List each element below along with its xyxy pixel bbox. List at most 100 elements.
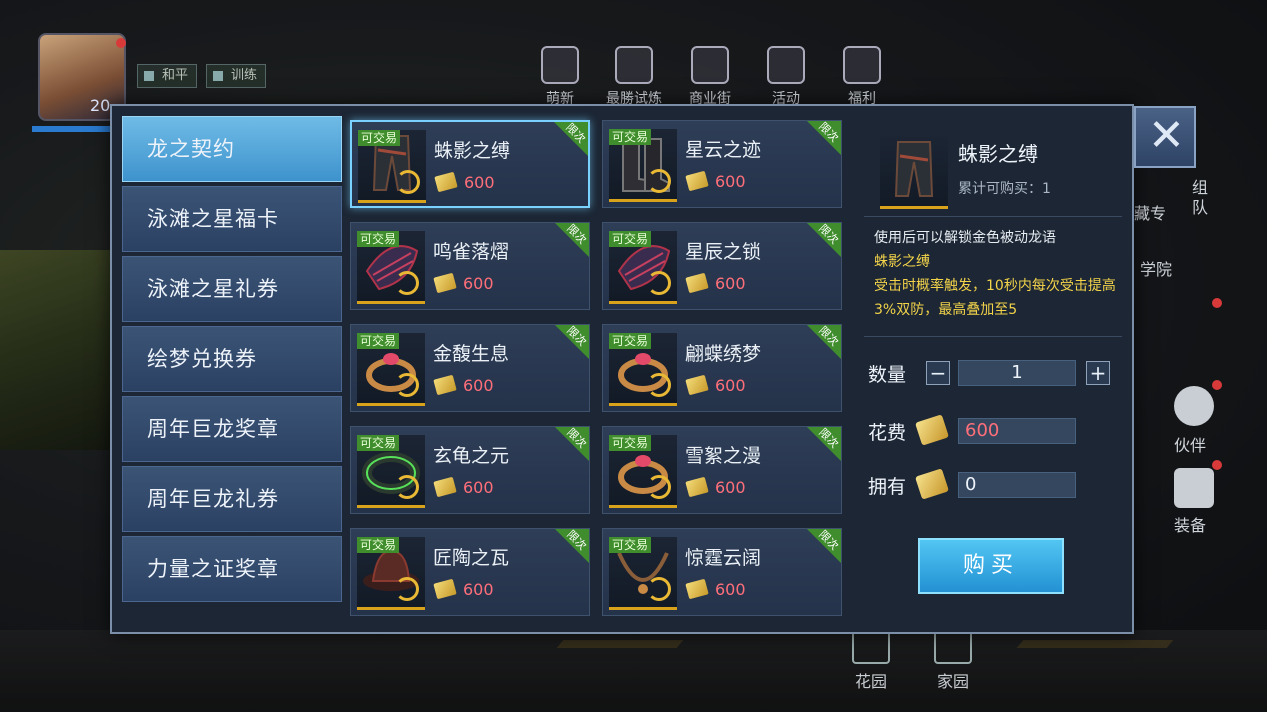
home-button[interactable]: 家园 xyxy=(928,628,978,692)
category-list[interactable]: 龙之契约 泳滩之星福卡 泳滩之星礼券 绘梦兑换券 周年巨龙奖章 周年巨龙礼券 力量之证奖章 xyxy=(122,116,342,622)
item-price: 600 xyxy=(463,274,494,293)
notification-dot xyxy=(1212,460,1222,470)
tradable-badge: 可交易 xyxy=(357,435,400,451)
category-item[interactable]: 周年巨龙礼券 xyxy=(122,466,342,532)
player-level: 20 xyxy=(90,96,111,115)
item-price: 600 xyxy=(463,478,494,497)
notification-dot xyxy=(1212,380,1222,390)
desc-effect: 受击时概率触发，10秒内每次受击提高3%双防，最高叠加至5 xyxy=(874,278,1116,318)
tradable-badge: 可交易 xyxy=(358,130,401,146)
shop-item-card[interactable]: 可交易 限次 翩蝶绣梦 600 xyxy=(602,324,842,412)
peace-mode-chip[interactable]: 和平 xyxy=(137,64,198,88)
notification-dot xyxy=(1212,298,1222,308)
upgrade-icon xyxy=(395,373,419,397)
buy-button[interactable]: 购买 xyxy=(918,538,1064,594)
tradable-badge: 可交易 xyxy=(609,435,652,451)
shop-item-card[interactable]: 可交易 限次 金馥生息 600 xyxy=(350,324,590,412)
item-name: 匠陶之瓦 xyxy=(433,547,510,569)
item-price: 600 xyxy=(464,173,495,192)
garden-button[interactable]: 花园 xyxy=(846,628,896,692)
quantity-input[interactable]: 1 xyxy=(958,360,1076,386)
side-collect[interactable]: 藏专 xyxy=(1134,200,1166,224)
shop-dialog: 龙之契约 泳滩之星福卡 泳滩之星礼券 绘梦兑换券 周年巨龙奖章 周年巨龙礼券 力量之证奖章 … xyxy=(110,104,1134,634)
side-group[interactable]: 组队 xyxy=(1192,178,1210,218)
ticket-icon xyxy=(685,374,709,396)
cost-value: 600 xyxy=(958,418,1076,444)
shop-item-card[interactable]: 可交易 限次 玄龟之元 600 xyxy=(350,426,590,514)
purchase-limit: 累计可购买：1 xyxy=(958,181,1051,197)
category-item[interactable]: 龙之契约 xyxy=(122,116,342,182)
plus-button[interactable]: + xyxy=(1086,361,1110,385)
category-item[interactable]: 周年巨龙奖章 xyxy=(122,396,342,462)
shop-icon xyxy=(691,46,729,84)
category-item[interactable]: 力量之证奖章 xyxy=(122,536,342,602)
tradable-badge: 可交易 xyxy=(357,537,400,553)
upgrade-icon xyxy=(395,577,419,601)
category-item[interactable]: 绘梦兑换券 xyxy=(122,326,342,392)
menu-event[interactable]: 活动 xyxy=(756,46,816,108)
ticket-icon xyxy=(914,414,950,446)
item-name: 星辰之锁 xyxy=(685,241,762,263)
item-description: 使用后可以解锁金色被动龙语 蛛影之缚 受击时概率触发，10秒内每次受击提高3%双… xyxy=(874,226,1118,322)
item-price: 600 xyxy=(463,376,494,395)
shop-item-card[interactable]: 可交易 限次 匠陶之瓦 600 xyxy=(350,528,590,616)
close-button[interactable]: ✕ xyxy=(1134,106,1196,168)
tradable-badge: 可交易 xyxy=(357,231,400,247)
coupon-icon xyxy=(843,46,881,84)
notification-dot xyxy=(116,38,126,48)
upgrade-icon xyxy=(647,373,671,397)
owned-label: 拥有 xyxy=(868,476,907,498)
upgrade-icon xyxy=(647,169,671,193)
partner-icon[interactable] xyxy=(1174,386,1214,426)
minus-button[interactable]: − xyxy=(926,361,950,385)
quantity-label: 数量 xyxy=(868,364,907,386)
side-academy[interactable]: 学院 xyxy=(1140,256,1172,280)
shop-item-card[interactable]: 可交易 限次 鸣雀落熠 600 xyxy=(350,222,590,310)
item-name: 星云之迹 xyxy=(685,139,762,161)
item-price: 600 xyxy=(715,580,746,599)
owned-value: 0 xyxy=(958,472,1076,498)
exp-bar xyxy=(32,126,112,132)
menu-market[interactable]: 商业街 xyxy=(680,46,740,108)
item-price: 600 xyxy=(715,172,746,191)
detail-title: 蛛影之缚 xyxy=(958,142,1038,166)
ticket-icon xyxy=(433,476,457,498)
ticket-icon xyxy=(685,476,709,498)
tradable-badge: 可交易 xyxy=(609,537,652,553)
cost-label: 花费 xyxy=(868,422,907,444)
item-name: 蛛影之缚 xyxy=(434,140,511,162)
tradable-badge: 可交易 xyxy=(609,231,652,247)
menu-trial[interactable]: 最勝试炼 xyxy=(604,46,664,108)
item-name: 玄龟之元 xyxy=(433,445,510,467)
ticket-icon xyxy=(433,374,457,396)
shop-item-card[interactable]: 可交易 限次 星辰之锁 600 xyxy=(602,222,842,310)
side-partner[interactable]: 伙伴 xyxy=(1174,432,1206,456)
item-price: 600 xyxy=(715,274,746,293)
item-name: 金馥生息 xyxy=(433,343,510,365)
ticket-icon xyxy=(434,171,458,193)
tradable-badge: 可交易 xyxy=(357,333,400,349)
tradable-badge: 可交易 xyxy=(609,333,652,349)
upgrade-icon xyxy=(395,475,419,499)
upgrade-icon xyxy=(647,271,671,295)
item-name: 雪絮之漫 xyxy=(685,445,762,467)
upgrade-icon xyxy=(395,271,419,295)
training-chip[interactable]: 训练 xyxy=(206,64,267,88)
category-item[interactable]: 泳滩之星福卡 xyxy=(122,186,342,252)
shop-item-card[interactable]: 可交易 限次 蛛影之缚 600 xyxy=(350,120,590,208)
item-price: 600 xyxy=(463,580,494,599)
shop-item-card[interactable]: 可交易 限次 惊霆云阔 600 xyxy=(602,528,842,616)
pants-icon xyxy=(894,141,934,197)
menu-newbie[interactable]: 萌新 xyxy=(530,46,590,108)
side-equip[interactable]: 装备 xyxy=(1174,512,1206,536)
ticket-icon xyxy=(685,170,709,192)
upgrade-icon xyxy=(647,475,671,499)
menu-welfare[interactable]: 福利 xyxy=(832,46,892,108)
upgrade-icon xyxy=(396,170,420,194)
category-item[interactable]: 泳滩之星礼券 xyxy=(122,256,342,322)
divider xyxy=(864,216,1122,217)
ticket-icon xyxy=(685,578,709,600)
equip-icon[interactable] xyxy=(1174,468,1214,508)
shop-item-card[interactable]: 可交易 限次 雪絮之漫 600 xyxy=(602,426,842,514)
shop-item-card[interactable]: 可交易 限次 星云之迹 600 xyxy=(602,120,842,208)
